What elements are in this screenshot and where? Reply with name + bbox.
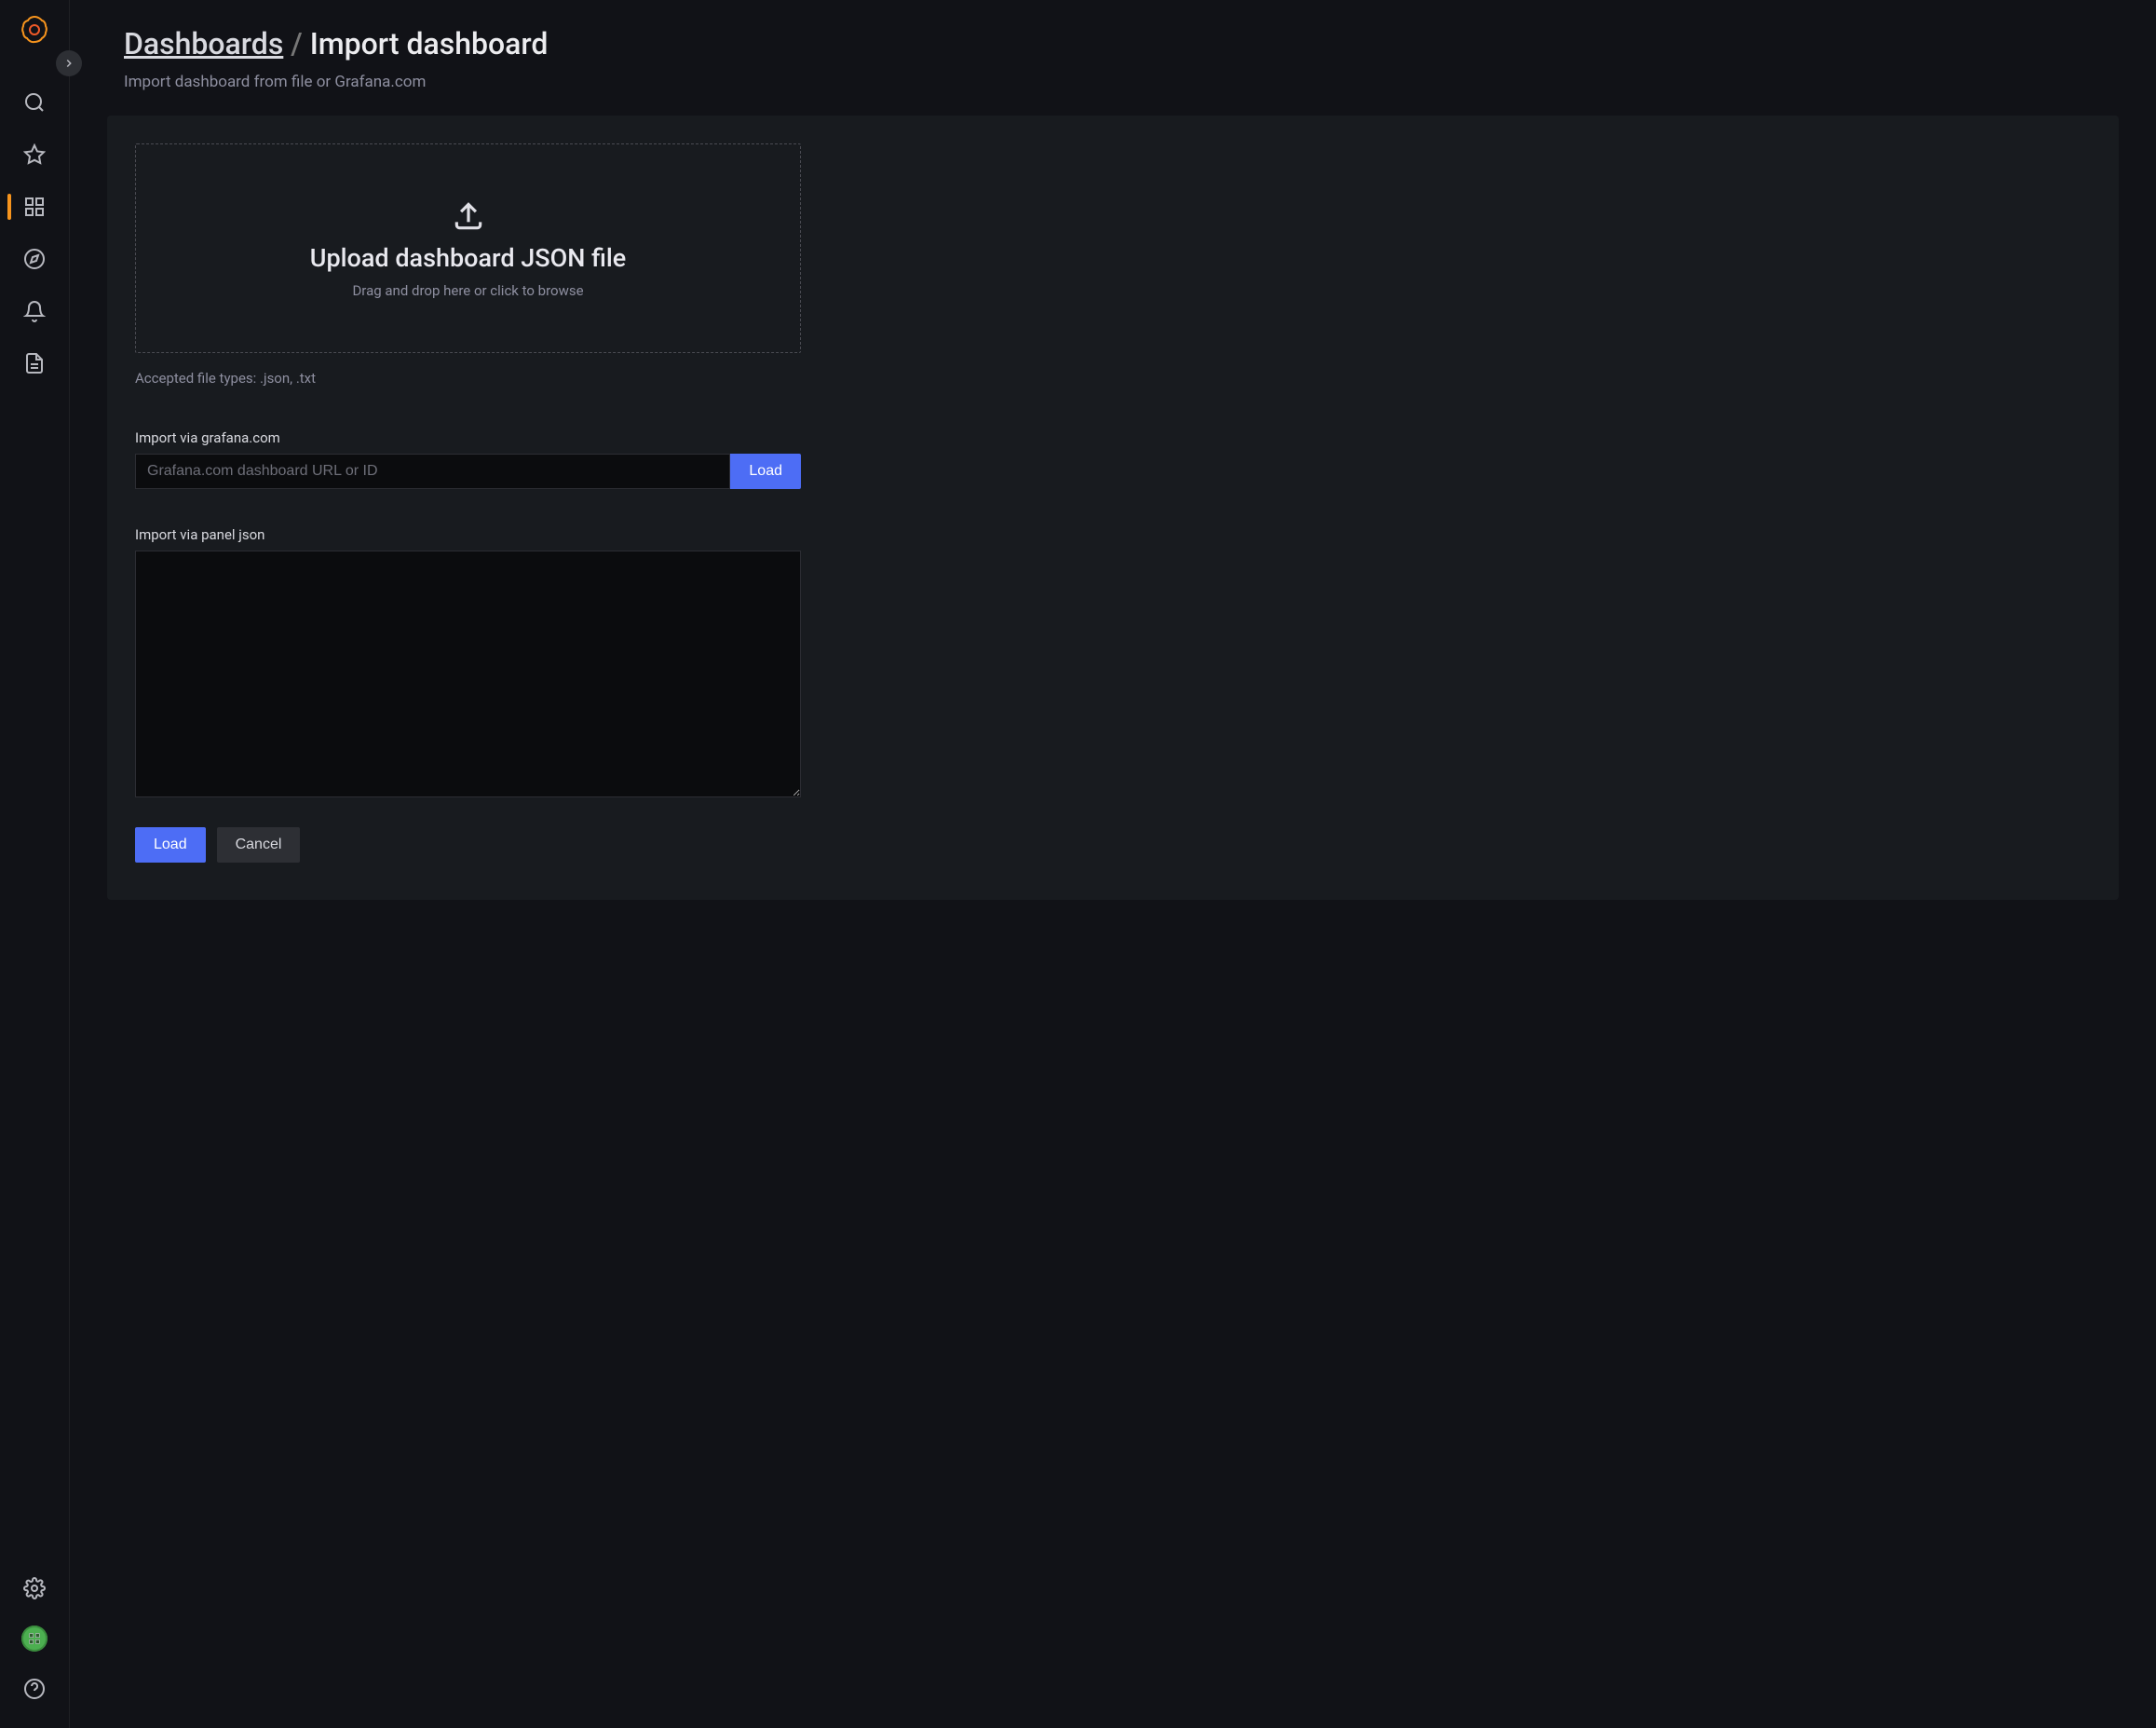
breadcrumb-root-link[interactable]: Dashboards <box>124 26 283 61</box>
sidebar-item-help[interactable] <box>0 1663 69 1715</box>
page-subtitle: Import dashboard from file or Grafana.co… <box>124 73 2119 91</box>
help-icon <box>23 1678 46 1700</box>
sidebar <box>0 0 70 1728</box>
star-icon <box>23 143 46 166</box>
sidebar-item-dashboards[interactable] <box>0 181 69 233</box>
main-content: Dashboards / Import dashboard Import das… <box>70 0 2156 1728</box>
grafana-logo[interactable] <box>16 11 53 48</box>
panel-json-textarea[interactable] <box>135 551 801 797</box>
page-header: Dashboards / Import dashboard Import das… <box>124 26 2119 91</box>
compass-icon <box>23 248 46 270</box>
import-json-label: Import via panel json <box>135 526 801 543</box>
import-panel: Upload dashboard JSON file Drag and drop… <box>107 116 2119 900</box>
file-icon <box>23 352 46 374</box>
dropzone-hint: Drag and drop here or click to browse <box>352 282 583 299</box>
sidebar-item-search[interactable] <box>0 76 69 129</box>
breadcrumb-separator: / <box>291 26 309 61</box>
load-url-button[interactable]: Load <box>730 454 801 489</box>
import-url-label: Import via grafana.com <box>135 429 801 446</box>
sidebar-item-settings[interactable] <box>0 1562 69 1614</box>
breadcrumb-current: Import dashboard <box>310 26 549 61</box>
grafana-url-input[interactable] <box>135 454 730 489</box>
grafana-icon <box>20 15 48 45</box>
sidebar-item-alerting[interactable] <box>0 285 69 337</box>
expand-sidebar-button[interactable] <box>56 50 82 76</box>
upload-icon <box>451 198 486 234</box>
sidebar-item-starred[interactable] <box>0 129 69 181</box>
apps-icon <box>23 196 46 218</box>
sidebar-item-user[interactable] <box>0 1618 69 1659</box>
breadcrumb: Dashboards / Import dashboard <box>124 26 2119 61</box>
dropzone-title: Upload dashboard JSON file <box>310 243 626 273</box>
load-button[interactable]: Load <box>135 827 206 863</box>
accepted-file-types: Accepted file types: .json, .txt <box>135 370 2091 387</box>
avatar <box>21 1626 47 1652</box>
sidebar-item-connections[interactable] <box>0 337 69 389</box>
avatar-icon <box>27 1631 42 1646</box>
bell-icon <box>23 300 46 322</box>
sidebar-item-explore[interactable] <box>0 233 69 285</box>
search-icon <box>23 91 46 114</box>
gear-icon <box>23 1577 46 1599</box>
upload-dropzone[interactable]: Upload dashboard JSON file Drag and drop… <box>135 143 801 353</box>
cancel-button[interactable]: Cancel <box>217 827 301 863</box>
chevron-right-icon <box>62 57 75 70</box>
